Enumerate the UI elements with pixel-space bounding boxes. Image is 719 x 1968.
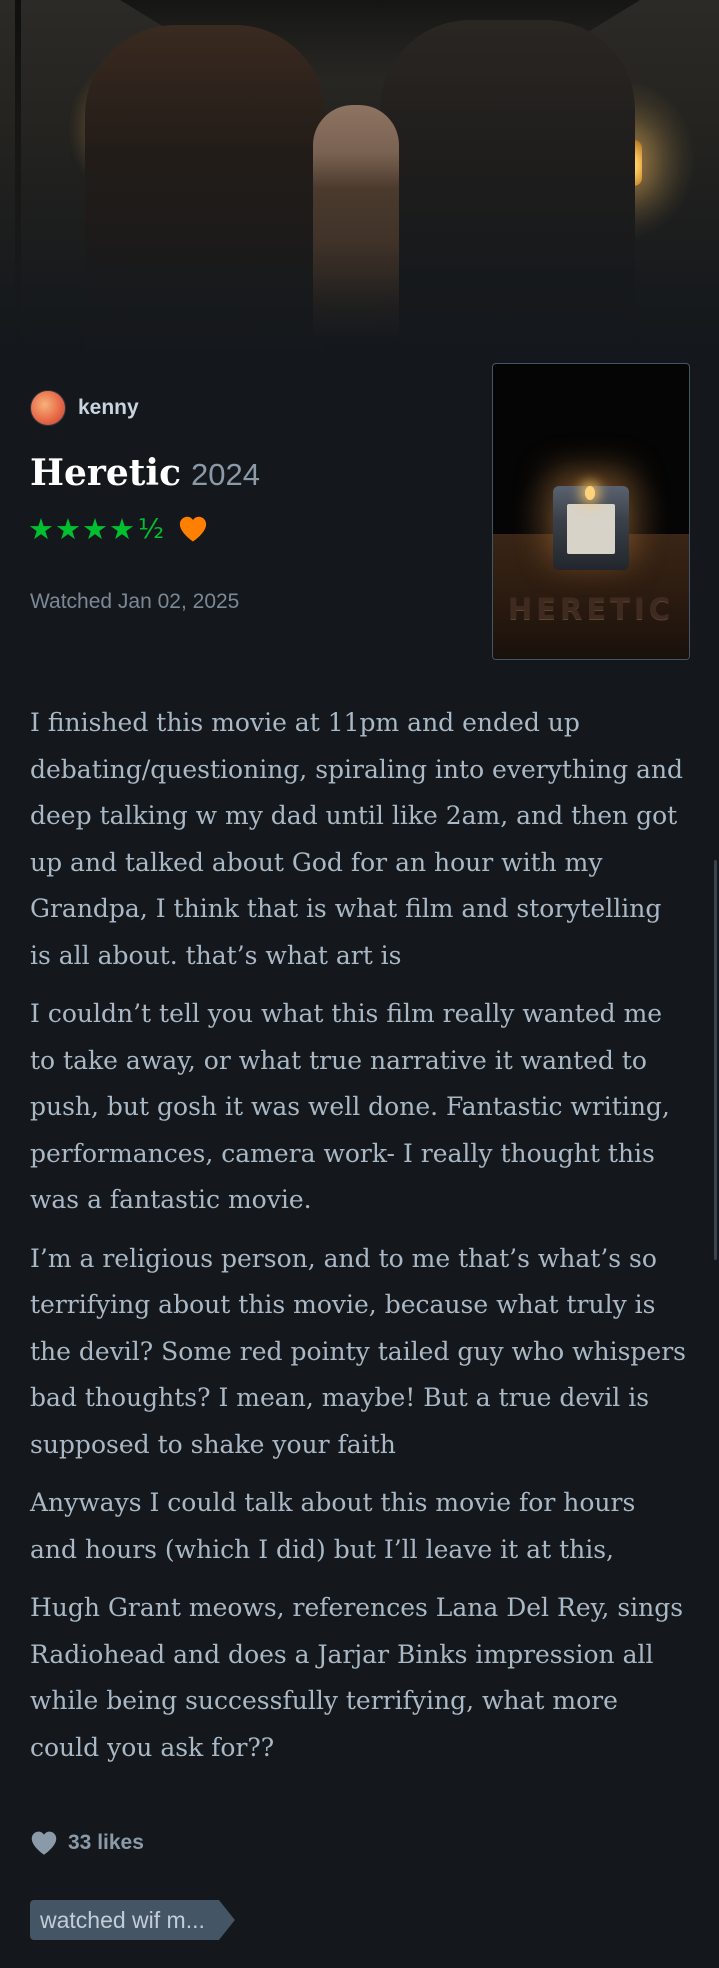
heart-icon[interactable]	[30, 1830, 58, 1856]
watched-date: Watched Jan 02, 2025	[30, 590, 240, 613]
author-name[interactable]: kenny	[78, 396, 139, 420]
rating-stars: ★★★★	[28, 512, 136, 546]
avatar[interactable]	[30, 390, 66, 426]
film-poster[interactable]: HERETIC	[492, 363, 690, 660]
rating-half-star: ½	[138, 513, 165, 545]
review-rating: ★★★★ ½	[28, 512, 208, 546]
film-year[interactable]: 2024	[191, 457, 260, 492]
likes-button[interactable]: 33 likes	[30, 1830, 144, 1856]
review-tag[interactable]: watched wif m...	[30, 1900, 235, 1940]
review-paragraph: Hugh Grant meows, references Lana Del Re…	[30, 1593, 684, 1762]
poster-flame	[585, 486, 595, 500]
heart-filled-icon	[180, 516, 207, 542]
film-heading: Heretic 2024	[30, 452, 260, 494]
review-author[interactable]: kenny	[30, 390, 139, 426]
backdrop-image	[0, 0, 719, 380]
scrollbar[interactable]	[714, 860, 717, 1260]
poster-title: HERETIC	[507, 592, 675, 626]
likes-count[interactable]: 33 likes	[68, 1831, 144, 1855]
review-paragraph: Anyways I could talk about this movie fo…	[30, 1488, 636, 1564]
review-paragraph: I finished this movie at 11pm and ended …	[30, 708, 684, 970]
backdrop-fade	[0, 240, 719, 380]
review-paragraph: I’m a religious person, and to me that’s…	[30, 1243, 687, 1459]
poster-candle-label	[567, 504, 615, 554]
review-paragraph: I couldn’t tell you what this film reall…	[30, 999, 670, 1214]
review-body: I finished this movie at 11pm and ended …	[30, 700, 690, 1783]
film-title[interactable]: Heretic	[30, 452, 181, 494]
